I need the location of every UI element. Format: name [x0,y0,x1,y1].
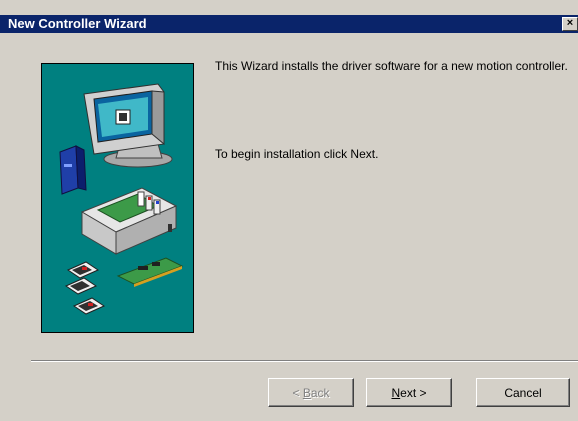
intro-text: This Wizard installs the driver software… [215,59,568,73]
illustration-graphic [59,83,184,315]
monitor-icon [83,83,173,168]
next-button-rest: ext > [400,385,427,400]
back-button[interactable]: < Back [268,378,354,407]
cancel-button-label: Cancel [504,385,542,400]
close-icon: × [566,17,574,29]
back-button-mnemonic: B [302,385,311,400]
back-button-rest: ack [310,385,330,400]
window-title: New Controller Wizard [8,16,147,31]
wizard-illustration [41,63,194,333]
wizard-window: New Controller Wizard × This Wizard inst… [0,0,578,421]
close-button[interactable]: × [562,17,578,31]
disk-drive-icon [59,145,87,195]
computer-case-icon [80,187,178,255]
cancel-button[interactable]: Cancel [476,378,570,407]
begin-instruction-text: To begin installation click Next. [215,147,379,161]
controller-card-icon [64,257,184,315]
separator-line [31,360,578,362]
next-button-mnemonic: N [391,385,401,400]
back-button-prefix: < [292,385,303,400]
next-button[interactable]: Next > [366,378,452,407]
title-bar[interactable]: New Controller Wizard × [0,15,578,33]
